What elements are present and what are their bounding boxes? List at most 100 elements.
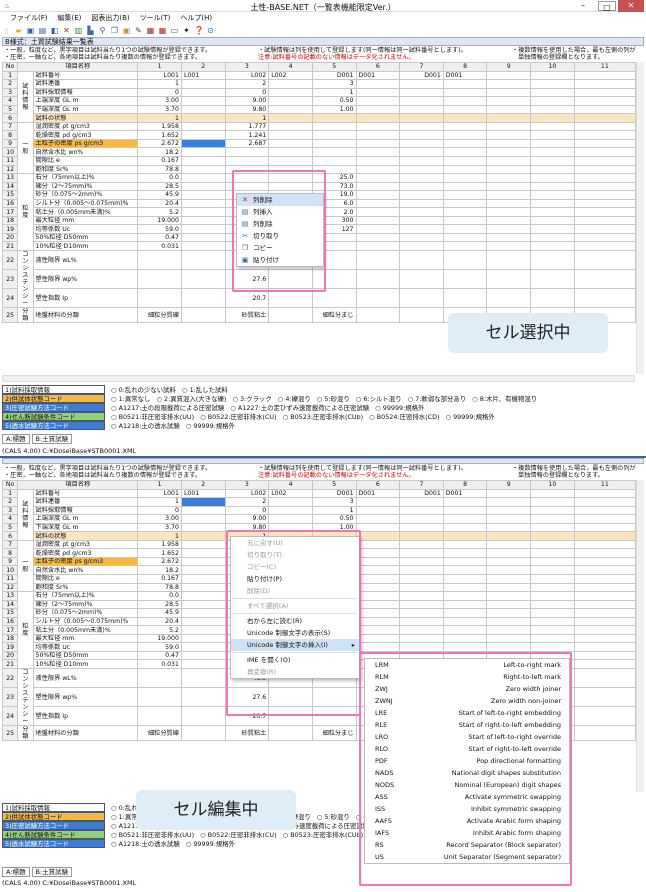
cell[interactable] [486,539,532,550]
radio-icon[interactable]: ○ [111,822,119,830]
cell[interactable] [486,608,532,618]
cell[interactable] [399,625,444,635]
cell[interactable] [530,616,575,627]
cell[interactable]: 9.00 [224,514,270,524]
cell[interactable] [573,232,637,243]
cell[interactable] [486,497,532,507]
cell[interactable] [486,87,532,98]
legend-option[interactable]: ○ B0521:非圧密非排水(UU) [111,413,194,421]
row-number[interactable]: 10 [1,147,19,157]
cell[interactable] [137,706,182,727]
cell[interactable] [530,574,575,584]
cell[interactable] [224,156,270,166]
cell[interactable] [180,706,226,727]
cell[interactable] [442,96,488,106]
cell[interactable]: 19.000 [137,633,182,644]
cell[interactable] [180,591,226,601]
cell[interactable] [530,250,575,271]
cell[interactable]: 20.4 [137,616,182,627]
legend-option[interactable]: ○ B0522:圧密非排水(CU) [200,413,277,421]
cell[interactable] [486,582,532,593]
cell[interactable] [486,138,532,149]
row-number[interactable]: 22 [1,250,19,271]
row-number[interactable]: 15 [1,190,19,200]
cell[interactable] [530,104,575,115]
column-icon[interactable]: ▥ [74,26,83,35]
cell[interactable] [399,198,444,209]
cell[interactable] [399,288,444,309]
cell[interactable] [442,514,488,524]
row-number[interactable]: 13 [1,173,19,183]
cell[interactable] [137,250,182,271]
legend-option[interactable]: ○ 99999:規格外 [375,404,424,412]
cell[interactable]: D001 [399,70,444,81]
minimize-button[interactable]: – [574,0,592,12]
cell[interactable] [486,505,532,516]
cell[interactable] [180,608,226,618]
cell[interactable] [486,190,532,200]
cell[interactable] [486,207,532,217]
cell[interactable] [137,288,182,309]
col-header-1[interactable]: 1 [137,480,182,490]
cell[interactable] [486,488,532,499]
cell[interactable] [311,156,357,166]
cell[interactable] [486,574,532,584]
cell[interactable] [486,181,532,192]
cell[interactable] [355,497,401,507]
cell[interactable] [180,104,226,115]
row-number[interactable]: 19 [1,224,19,234]
cell[interactable] [530,599,575,610]
cell[interactable] [442,531,488,541]
cell[interactable]: L002 [224,488,270,499]
cell[interactable] [486,121,532,132]
horizontal-scrollbar[interactable] [2,375,635,382]
radio-icon[interactable]: ○ [111,404,119,412]
cell[interactable] [530,539,575,550]
cell[interactable] [180,232,226,243]
row-number[interactable]: 11 [1,156,19,166]
row-number[interactable]: 20 [1,232,19,243]
cell[interactable] [399,539,444,550]
cell[interactable]: L002 [268,488,313,499]
cell[interactable] [399,224,444,234]
radio-icon[interactable]: ○ [111,831,119,839]
cell[interactable] [442,156,488,166]
cell[interactable] [180,288,226,309]
cell[interactable] [180,582,226,593]
cell[interactable]: 0.0 [137,173,182,183]
cell[interactable] [399,190,444,200]
row-number[interactable]: 3 [1,505,19,516]
col-header-1[interactable]: 1 [137,62,182,72]
cell[interactable] [399,591,444,601]
cell[interactable] [399,548,444,558]
cell[interactable] [355,181,401,192]
cell[interactable] [530,241,575,252]
cell[interactable] [355,96,401,106]
cell[interactable] [180,659,226,670]
cell[interactable]: 78.8 [137,582,182,593]
cell[interactable]: 5.2 [137,207,182,217]
cell[interactable] [530,164,575,175]
row-number[interactable]: 5 [1,522,19,533]
delete-icon[interactable]: ✕ [62,26,71,35]
cell[interactable]: D001 [442,70,488,81]
help-icon[interactable]: ❓ [194,26,204,35]
cell[interactable] [399,531,444,541]
legend-option[interactable]: ○ 8:木片、有機物混り [472,395,537,403]
tab-0[interactable]: A:標題 [2,867,30,877]
cell[interactable] [180,87,226,98]
cell[interactable]: 1 [137,497,182,507]
cell[interactable] [442,548,488,558]
cell[interactable]: 1 [311,505,357,516]
cell[interactable] [530,565,575,575]
cell[interactable] [399,565,444,575]
cell[interactable] [573,96,637,106]
cell[interactable] [399,104,444,115]
cell[interactable] [180,250,226,271]
cell[interactable] [442,539,488,550]
cell[interactable]: 0.0 [137,591,182,601]
legend-option[interactable]: ○ 5:砂混り [317,395,350,403]
legend-option[interactable]: ○ 4:礫混り [278,395,311,403]
cell[interactable] [486,198,532,209]
cell[interactable]: 9.80 [224,104,270,115]
